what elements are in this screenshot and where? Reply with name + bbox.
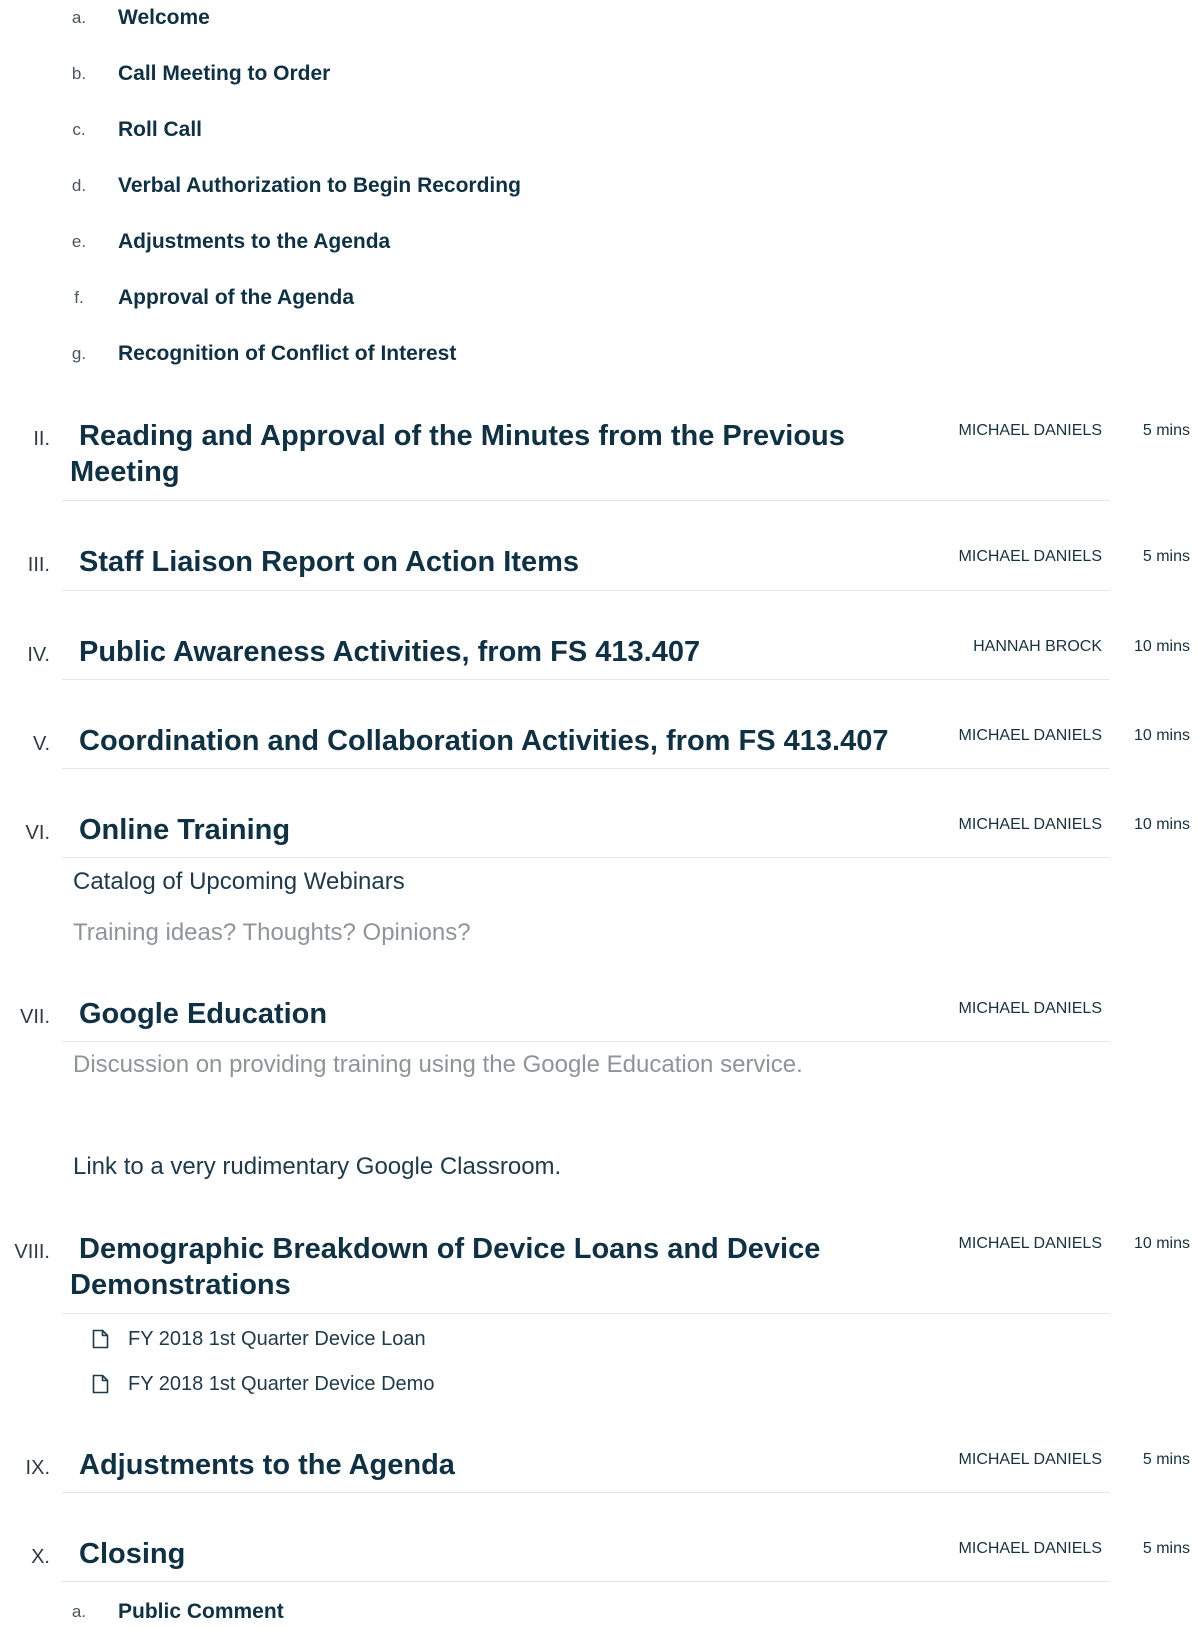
- attachment-label: FY 2018 1st Quarter Device Demo: [128, 1372, 435, 1395]
- item-divider: [62, 1581, 1110, 1582]
- attachment-link[interactable]: FY 2018 1st Quarter Device Demo: [92, 1370, 434, 1398]
- item-divider: [62, 857, 1110, 858]
- item-duration: 10 mins: [1133, 727, 1190, 744]
- webinar-catalog-link[interactable]: Catalog of Upcoming Webinars: [73, 867, 405, 897]
- attachment-label: FY 2018 1st Quarter Device Loan: [128, 1327, 426, 1350]
- item-divider: [62, 1313, 1110, 1314]
- item-title: Demographic Breakdown of Device Loans an…: [70, 1233, 821, 1301]
- item-title: Adjustments to the Agenda: [79, 1449, 455, 1481]
- subitem-label: Call Meeting to Order: [118, 62, 331, 85]
- subitem-letter: c.: [72, 120, 86, 139]
- item-title: Reading and Approval of the Minutes from…: [70, 420, 845, 488]
- item-presenter: MICHAEL DANIELS: [958, 1000, 1102, 1017]
- item-numeral: II.: [33, 428, 50, 450]
- file-icon: [92, 1329, 109, 1349]
- subitem-label: Recognition of Conflict of Interest: [118, 342, 457, 365]
- item-numeral: III.: [27, 554, 50, 576]
- item-presenter: MICHAEL DANIELS: [958, 816, 1102, 833]
- item-numeral: IX.: [25, 1457, 50, 1479]
- item-divider: [62, 679, 1110, 680]
- item-title: Staff Liaison Report on Action Items: [79, 546, 580, 578]
- google-education-description: Discussion on providing training using t…: [73, 1051, 803, 1078]
- item-duration: 5 mins: [1142, 422, 1190, 439]
- attachment-link[interactable]: FY 2018 1st Quarter Device Loan: [92, 1325, 426, 1353]
- item-divider: [62, 1041, 1110, 1042]
- subitem-letter: d.: [71, 176, 87, 195]
- subitem-label: Roll Call: [118, 118, 203, 141]
- subitem-letter: e.: [71, 232, 87, 251]
- subitem-letter: g.: [71, 344, 87, 363]
- item-presenter: MICHAEL DANIELS: [958, 1451, 1102, 1468]
- item-numeral: VII.: [19, 1006, 50, 1028]
- item-divider: [62, 590, 1110, 591]
- subitem-label: Adjustments to the Agenda: [118, 230, 391, 253]
- item-presenter: HANNAH BROCK: [973, 638, 1102, 655]
- item-numeral: V.: [32, 733, 50, 755]
- item-presenter: MICHAEL DANIELS: [958, 1235, 1102, 1252]
- item-divider: [62, 500, 1110, 501]
- subitem-letter: a.: [71, 1602, 87, 1621]
- item-numeral: VIII.: [14, 1241, 50, 1263]
- google-classroom-link[interactable]: Link to a very rudimentary Google Classr…: [73, 1152, 561, 1182]
- item-divider: [62, 768, 1110, 769]
- item-duration: 5 mins: [1142, 1540, 1190, 1557]
- item-presenter: MICHAEL DANIELS: [958, 1540, 1102, 1557]
- item-title: Google Education: [79, 998, 328, 1030]
- item-numeral: X.: [31, 1546, 50, 1568]
- item-title: Coordination and Collaboration Activitie…: [79, 725, 889, 757]
- item-title: Closing: [79, 1538, 186, 1570]
- item-numeral: VI.: [25, 822, 50, 844]
- subitem-letter: a.: [71, 8, 87, 27]
- item-title: Public Awareness Activities, from FS 413…: [79, 636, 701, 668]
- item-presenter: MICHAEL DANIELS: [958, 422, 1102, 439]
- item-presenter: MICHAEL DANIELS: [958, 727, 1102, 744]
- file-icon: [92, 1374, 109, 1394]
- item-duration: 10 mins: [1133, 816, 1190, 833]
- subitem-label: Welcome: [118, 6, 210, 29]
- item-numeral: IV.: [27, 644, 50, 666]
- subitem-label: Approval of the Agenda: [118, 286, 355, 309]
- subitem-label: Verbal Authorization to Begin Recording: [118, 174, 521, 197]
- item-duration: 5 mins: [1142, 548, 1190, 565]
- training-note: Training ideas? Thoughts? Opinions?: [73, 919, 471, 946]
- item-divider: [62, 1492, 1110, 1493]
- item-title: Online Training: [79, 814, 291, 846]
- agenda-page: a. Welcome b. Call Meeting to Order c. R…: [0, 0, 1198, 1629]
- item-duration: 5 mins: [1142, 1451, 1190, 1468]
- item-duration: 10 mins: [1133, 1235, 1190, 1252]
- item-duration: 10 mins: [1133, 638, 1190, 655]
- item-presenter: MICHAEL DANIELS: [958, 548, 1102, 565]
- subitem-letter: f.: [74, 288, 84, 307]
- subitem-label: Public Comment: [118, 1600, 284, 1623]
- subitem-letter: b.: [71, 64, 87, 83]
